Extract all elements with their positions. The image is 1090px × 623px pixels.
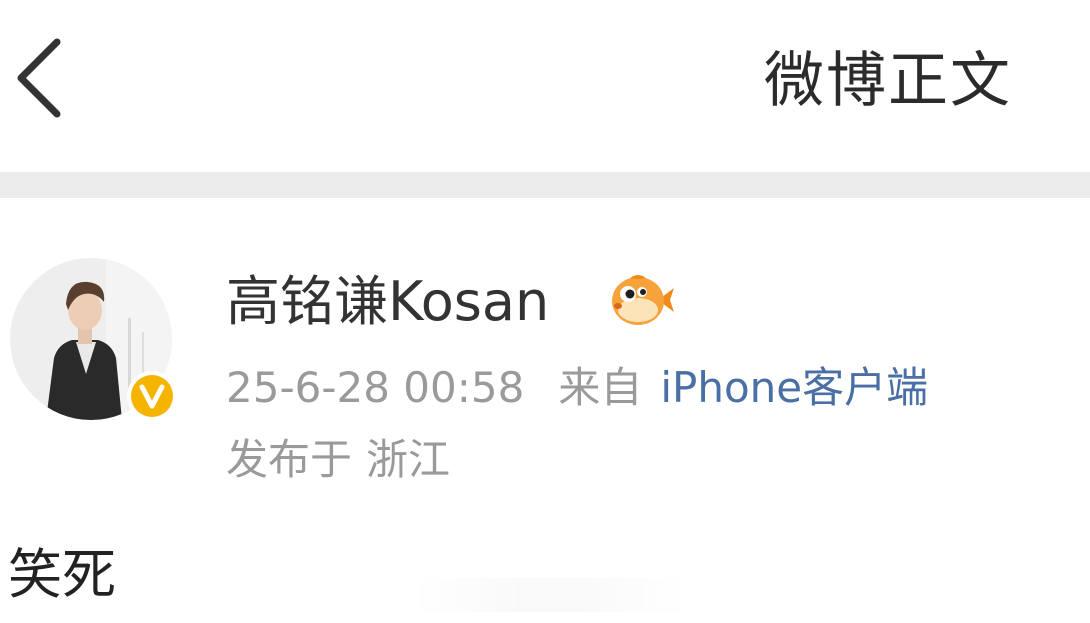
pufferfish-icon[interactable] xyxy=(608,270,676,330)
post-body-text: 笑死 xyxy=(8,543,116,606)
top-navigation-bar: 微博正文 xyxy=(0,0,1090,172)
post-timestamp: 25-6-28 00:58 xyxy=(226,363,525,412)
author-name[interactable]: 高铭谦Kosan xyxy=(226,264,549,340)
content-placeholder xyxy=(410,578,690,612)
post-location: 发布于 浙江 xyxy=(226,430,450,490)
verified-v-icon xyxy=(127,371,177,421)
section-divider xyxy=(0,172,1090,198)
chevron-left-icon xyxy=(17,38,61,118)
source-link[interactable]: iPhone客户端 xyxy=(660,363,928,412)
post-card: 高铭谦Kosan 25-6-28 00:58 来自 iPhone客户端 发布于 浙江 … xyxy=(0,198,1090,623)
source-prefix: 来自 xyxy=(558,363,643,412)
weibo-post-screen: 微博正文 高铭谦Kosan 25-6-28 00:58 来自 iPhone客户端… xyxy=(0,0,1090,623)
location-value: 浙江 xyxy=(366,435,451,484)
author-avatar[interactable] xyxy=(10,258,177,421)
back-button[interactable] xyxy=(4,28,74,128)
page-title: 微博正文 xyxy=(764,46,1012,116)
post-meta: 25-6-28 00:58 来自 iPhone客户端 xyxy=(226,358,928,418)
location-prefix: 发布于 xyxy=(226,435,353,484)
